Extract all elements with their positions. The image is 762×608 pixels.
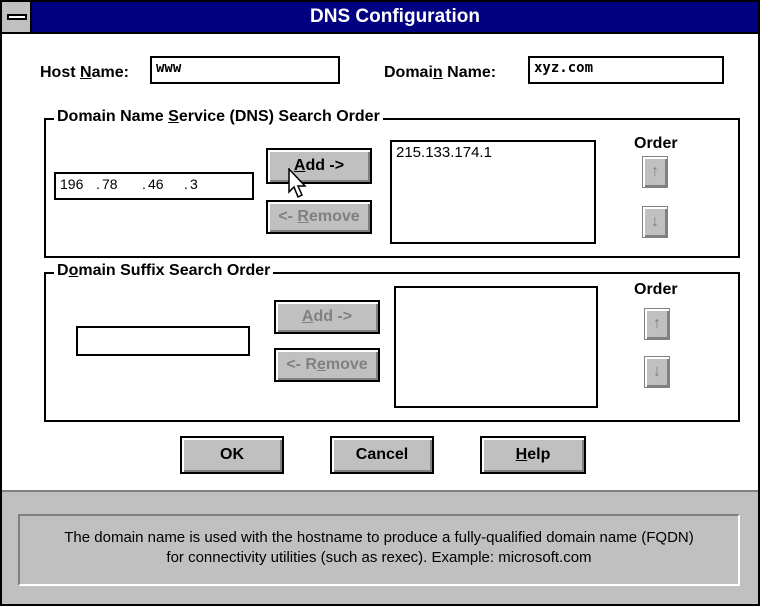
dns-order-up-button[interactable]: ↑ [642, 156, 668, 188]
list-item[interactable]: 215.133.174.1 [396, 144, 590, 161]
arrow-down-icon: ↓ [653, 363, 661, 380]
help-text-box: The domain name is used with the hostnam… [18, 514, 740, 586]
ip-octet-1: 196 [60, 176, 84, 192]
suffix-add-button[interactable]: Add -> [274, 300, 380, 334]
dns-server-list[interactable]: 215.133.174.1 [390, 140, 596, 244]
window-title: DNS Configuration [310, 6, 480, 27]
ip-octet-2: 78 [102, 176, 118, 192]
domain-name-input[interactable]: xyz.com [528, 56, 724, 84]
status-bar: The domain name is used with the hostnam… [2, 490, 758, 604]
host-name-input[interactable]: www [150, 56, 340, 84]
suffix-order-down-button[interactable]: ↓ [644, 356, 670, 388]
domain-suffix-input[interactable] [76, 326, 250, 356]
arrow-down-icon: ↓ [651, 213, 659, 230]
ip-octet-3: 46 [148, 176, 164, 192]
suffix-order-label: Order [634, 281, 678, 298]
suffix-remove-button[interactable]: <- Remove [274, 348, 380, 382]
host-name-label: Host Name: [40, 64, 129, 81]
arrow-up-icon: ↑ [653, 315, 661, 332]
help-button[interactable]: Help [480, 436, 586, 474]
dns-remove-button[interactable]: <- Remove [266, 200, 372, 234]
dns-ip-address-input[interactable]: 196 . 78 . 46 . 3 [54, 172, 254, 200]
help-text-line-1: The domain name is used with the hostnam… [64, 529, 694, 546]
domain-suffix-list[interactable] [394, 286, 598, 408]
dns-order-down-button[interactable]: ↓ [642, 206, 668, 238]
ip-separator: . [184, 176, 188, 192]
domain-name-label: Domain Name: [384, 64, 497, 81]
dns-search-order-legend: Domain Name Service (DNS) Search Order [54, 108, 383, 126]
dns-order-label: Order [634, 135, 678, 152]
dns-add-button[interactable]: Add -> [266, 148, 372, 184]
mouse-cursor-icon [288, 168, 307, 199]
system-menu-button[interactable] [2, 2, 32, 32]
system-menu-icon [7, 14, 27, 20]
ip-separator: . [96, 176, 100, 192]
help-text-line-2: for connectivity utilities (such as rexe… [166, 549, 592, 566]
suffix-order-up-button[interactable]: ↑ [644, 308, 670, 340]
ok-button[interactable]: OK [180, 436, 284, 474]
arrow-up-icon: ↑ [651, 163, 659, 180]
ip-octet-4: 3 [190, 176, 198, 192]
title-bar: DNS Configuration [2, 2, 758, 34]
domain-suffix-legend: Domain Suffix Search Order [54, 262, 274, 280]
ip-separator: . [142, 176, 146, 192]
dns-configuration-window: DNS Configuration Host Name: www Domain … [0, 0, 760, 606]
cancel-button[interactable]: Cancel [330, 436, 434, 474]
